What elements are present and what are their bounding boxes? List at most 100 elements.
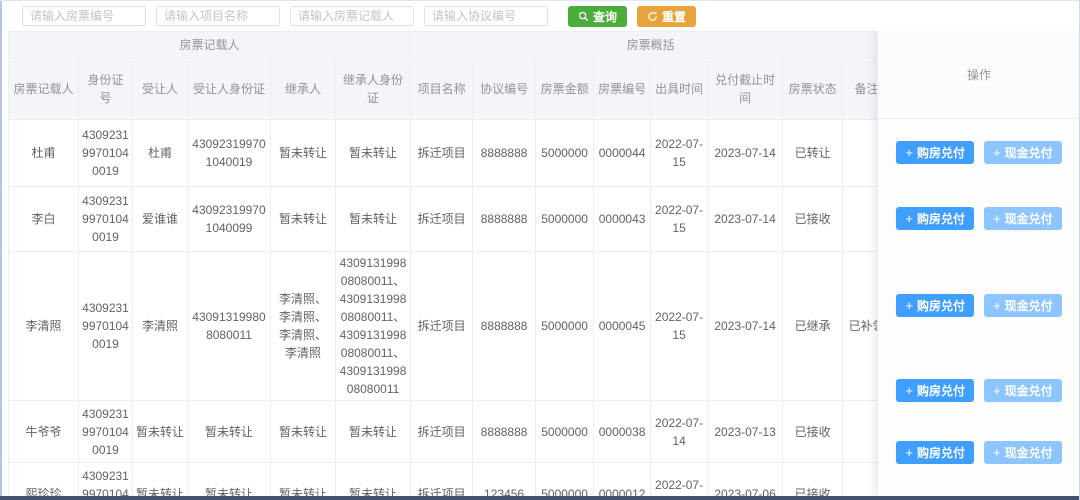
cell-issue-date: 2022-07-15: [650, 119, 709, 187]
plus-icon: +: [993, 382, 1001, 398]
col-holder: 房票记载人: [8, 57, 79, 120]
search-bar: 查询 重置: [0, 1, 1079, 31]
cash-redeem-button[interactable]: + 现金兑付: [984, 141, 1062, 164]
ticket-table: 房票记载人 房票概括 房票记载人 身份证号 受让人 受让人身份证 继承人 继承人…: [8, 31, 892, 496]
plus-icon: +: [905, 211, 913, 226]
plus-icon: +: [905, 445, 913, 460]
cash-redeem-label: 现金兑付: [1004, 212, 1053, 226]
agreement-no-input[interactable]: [424, 6, 548, 26]
cell-agreement-no: 8888888: [472, 400, 537, 463]
cell-ticket-no: 0000012: [593, 462, 652, 496]
operations-row: + 购房兑付 + 现金兑付: [878, 421, 1079, 484]
cell-transferee: 李清照: [132, 251, 188, 401]
cell-ticket-no: 0000043: [593, 186, 652, 252]
cell-deadline: 2023-07-13: [707, 400, 784, 463]
cell-transferee-id: 430913199808080011: [187, 251, 271, 401]
plus-icon: +: [993, 211, 1001, 226]
operations-row: + 购房兑付 + 现金兑付: [878, 119, 1079, 186]
operations-header: 操作: [878, 31, 1079, 119]
cell-holder: 熙珍珍: [8, 462, 79, 496]
reset-button[interactable]: 重置: [637, 5, 697, 27]
buy-redeem-label: 购房兑付: [916, 212, 965, 226]
cell-amount: 5000000: [535, 119, 595, 187]
project-name-input[interactable]: [156, 6, 280, 26]
cell-heir-id: 暂未转让: [335, 400, 412, 463]
holder-name-input[interactable]: [290, 6, 414, 26]
cell-status: 已接收: [782, 400, 844, 463]
cell-heir-id: 430913199808080011、430913199808080011、43…: [335, 251, 412, 401]
col-ticket-no: 房票编号: [593, 57, 652, 120]
cell-issue-date: 2022-07-15: [650, 186, 709, 252]
buy-redeem-button[interactable]: + 购房兑付: [896, 441, 974, 464]
plus-icon: +: [993, 297, 1001, 313]
buy-redeem-button[interactable]: + 购房兑付: [896, 207, 974, 230]
table-row: 牛爷爷 430923199701040019 暂未转让 暂未转让 暂未转让 暂未…: [8, 400, 892, 463]
cell-amount: 5000000: [535, 251, 595, 401]
plus-icon: +: [993, 445, 1001, 460]
col-amount: 房票金额: [535, 57, 595, 120]
buy-redeem-label: 购房兑付: [916, 446, 965, 460]
refresh-icon: [648, 11, 658, 21]
table-row: 李清照 430923199701040019 李清照 4309131998080…: [8, 251, 892, 401]
cell-heir: 李清照、李清照、李清照、李清照: [270, 251, 336, 401]
group-header-summary: 房票概括: [410, 31, 892, 58]
operations-row: + 购房兑付 + 现金兑付: [878, 251, 1079, 359]
cell-holder: 杜甫: [8, 119, 79, 187]
cell-deadline: 2023-07-14: [707, 186, 784, 252]
operations-row: + 购房兑付 + 现金兑付: [878, 186, 1079, 251]
buy-redeem-button[interactable]: + 购房兑付: [896, 293, 974, 317]
plus-icon: +: [905, 382, 913, 398]
cell-transferee: 暂未转让: [132, 400, 188, 463]
buy-redeem-button[interactable]: + 购房兑付: [896, 141, 974, 164]
cell-status: 已接收: [782, 462, 844, 496]
cash-redeem-label: 现金兑付: [1004, 446, 1053, 460]
col-issue-date: 出具时间: [650, 57, 709, 120]
col-transferee-id: 受让人身份证: [187, 57, 271, 120]
cell-heir: 暂未转让: [270, 119, 336, 187]
cell-ticket-no: 0000038: [593, 400, 652, 463]
cell-status: 已继承: [782, 251, 844, 401]
col-agreement-no: 协议编号: [472, 57, 537, 120]
table-row: 李白 430923199701040019 爱谁谁 43092319970104…: [8, 186, 892, 252]
cell-heir: 暂未转让: [270, 462, 336, 496]
cell-issue-date: 2022-07-07: [650, 462, 709, 496]
cell-heir-id: 暂未转让: [335, 119, 412, 187]
cell-holder-id: 430923199701040019: [78, 462, 133, 496]
ticket-no-input[interactable]: [22, 6, 146, 26]
cell-holder: 李白: [8, 186, 79, 252]
cell-agreement-no: 8888888: [472, 251, 537, 401]
buy-redeem-label: 购房兑付: [916, 146, 965, 160]
cell-status: 已接收: [782, 186, 844, 252]
horizontal-scrollbar[interactable]: [0, 496, 1079, 500]
col-transferee: 受让人: [132, 57, 188, 120]
cell-deadline: 2023-07-14: [707, 251, 784, 401]
cell-issue-date: 2022-07-14: [650, 400, 709, 463]
buy-redeem-button[interactable]: + 购房兑付: [896, 378, 974, 402]
cell-holder-id: 430923199701040019: [78, 251, 133, 401]
cell-agreement-no: 8888888: [472, 186, 537, 252]
cash-redeem-label: 现金兑付: [1004, 298, 1053, 313]
cell-ticket-no: 0000045: [593, 251, 652, 401]
cell-heir-id: 暂未转让: [335, 186, 412, 252]
cash-redeem-button[interactable]: + 现金兑付: [984, 378, 1062, 402]
cell-status: 已转让: [782, 119, 844, 187]
cell-amount: 5000000: [535, 186, 595, 252]
page-left-edge: [0, 1, 2, 500]
cell-amount: 5000000: [535, 462, 595, 496]
group-header-recorder: 房票记载人: [8, 31, 412, 58]
cell-holder-id: 430923199701040019: [78, 400, 133, 463]
operations-row: [878, 484, 1079, 496]
cell-agreement-no: 123456: [472, 462, 537, 496]
cash-redeem-button[interactable]: + 现金兑付: [984, 207, 1062, 230]
cell-agreement-no: 8888888: [472, 119, 537, 187]
operations-panel: 操作 + 购房兑付 + 现金兑付 + 购房兑付 + 现金兑付 + 购房兑付 + 现金兑付 +…: [877, 31, 1079, 496]
cell-transferee-id: 暂未转让: [187, 462, 271, 496]
plus-icon: +: [905, 297, 913, 313]
cash-redeem-button[interactable]: + 现金兑付: [984, 293, 1062, 317]
query-button[interactable]: 查询: [568, 5, 628, 27]
cell-transferee-id: 430923199701040099: [187, 186, 271, 252]
plus-icon: +: [905, 145, 913, 160]
cell-holder-id: 430923199701040019: [78, 119, 133, 187]
cash-redeem-button[interactable]: + 现金兑付: [984, 441, 1062, 464]
cell-project: 拆迁项目: [410, 400, 474, 463]
